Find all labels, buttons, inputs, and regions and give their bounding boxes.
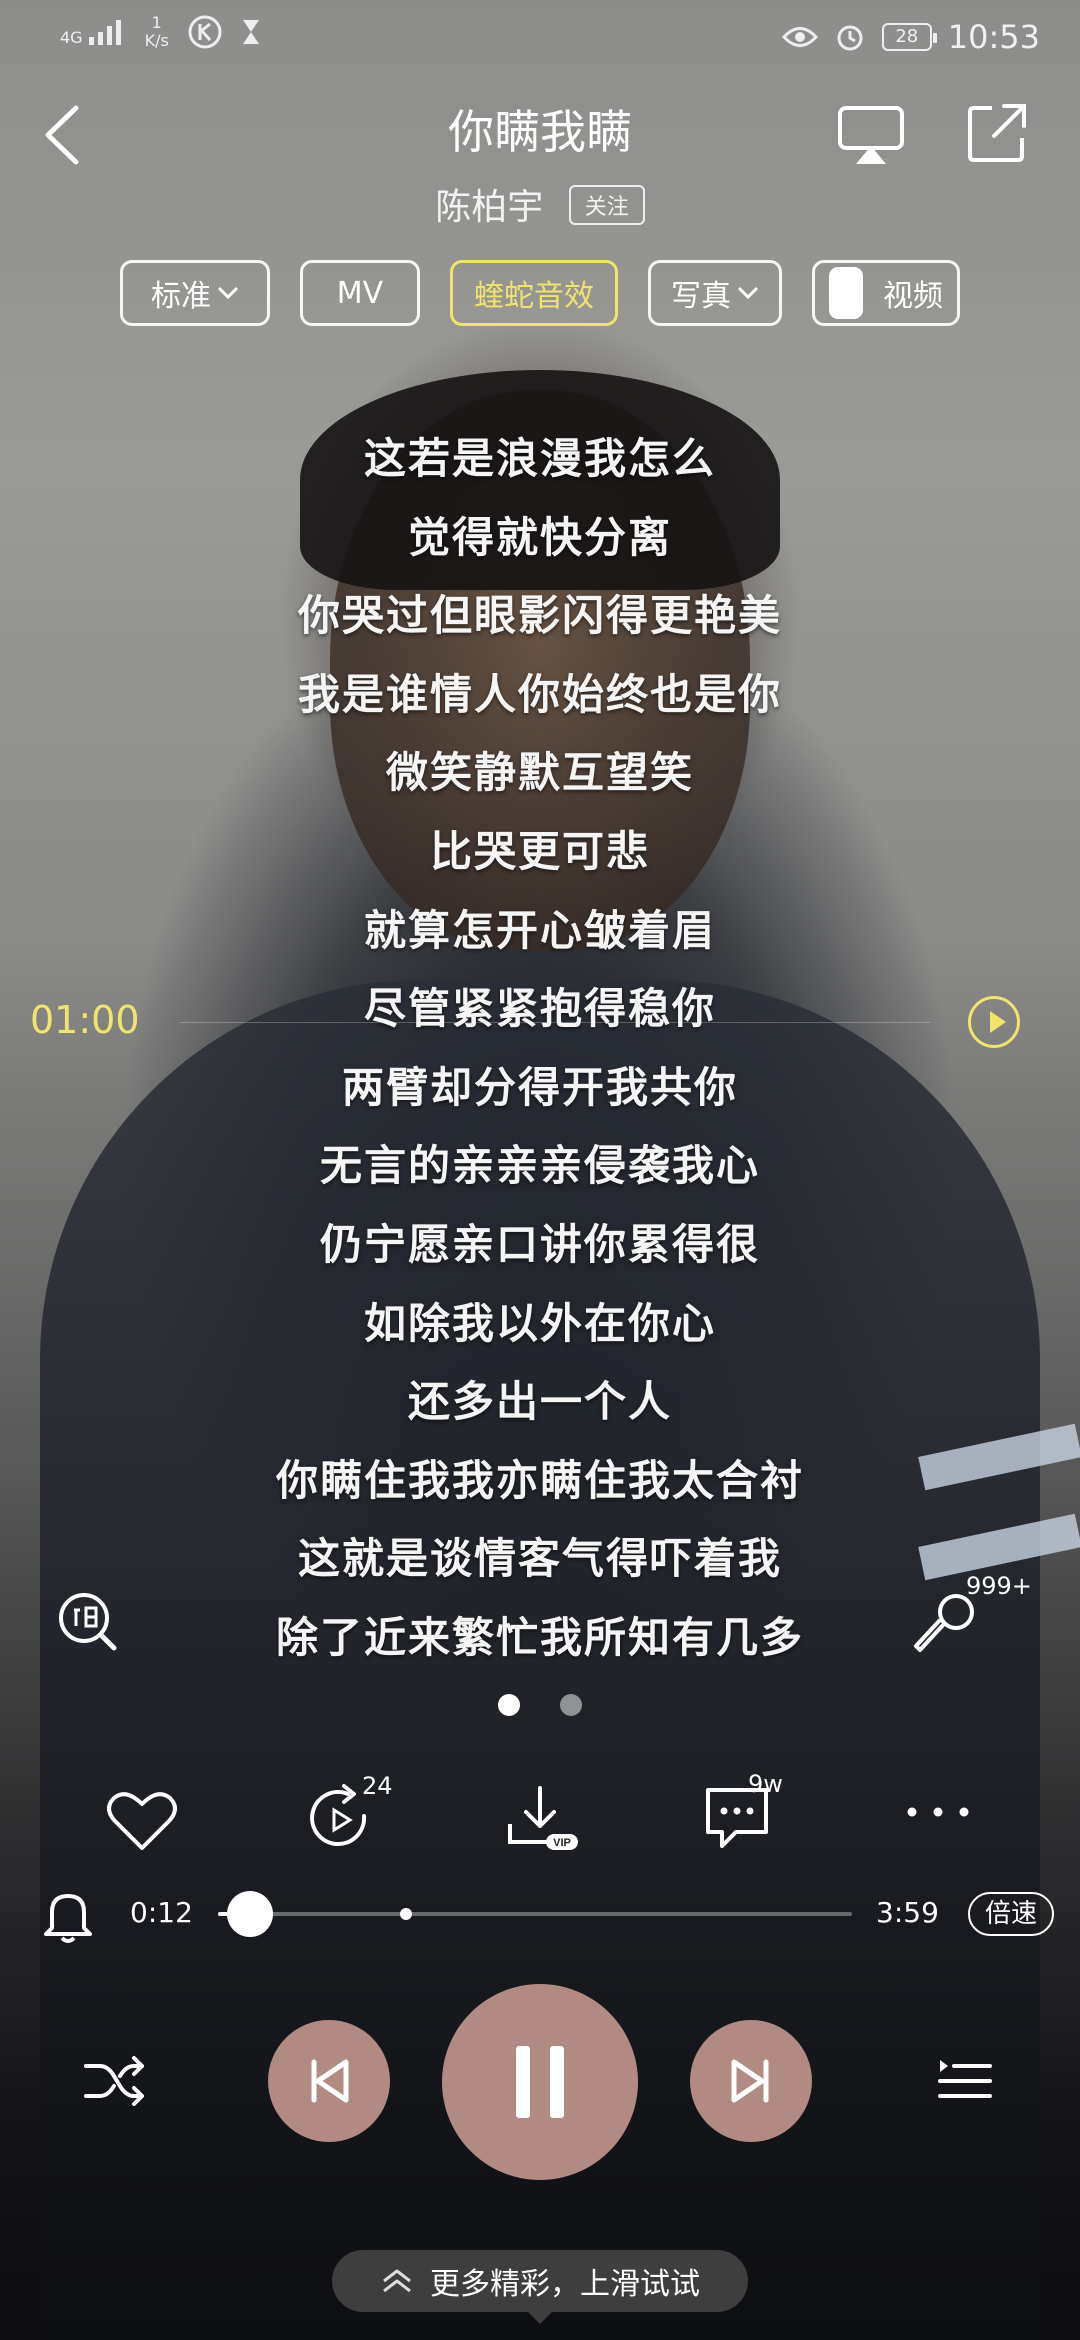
share-external-icon [968, 104, 1026, 162]
sound-effect-chip-label: 蝰蛇音效 [474, 279, 594, 314]
chevron-down-icon [737, 286, 759, 300]
cast-button[interactable] [836, 104, 906, 168]
loop-count-badge: 24 [362, 1772, 393, 1800]
lyric-search-button[interactable] [56, 1590, 118, 1652]
playlist-button[interactable] [936, 2054, 994, 2108]
comment-count-badge: 9w [748, 1770, 783, 1798]
lyric-line: 如除我以外在你心 [363, 1298, 716, 1348]
playlist-icon [938, 2060, 992, 2098]
artist-name[interactable]: 陈柏宇 [435, 187, 543, 228]
status-bar: 4G 1 K/s 28 10:53 [0, 0, 1080, 80]
page-dot [560, 1694, 582, 1716]
mv-chip-label: MV [336, 275, 384, 311]
lyrics-panel[interactable]: 这若是浪漫我怎么 觉得就快分离 你哭过但眼影闪得更艳美 我是谁情人你始终也是你 … [0, 420, 1080, 1678]
cast-icon [838, 106, 904, 164]
quality-chip-label: 标准 [151, 279, 211, 314]
swipe-up-hint[interactable]: 更多精彩，上滑试试 [332, 2250, 748, 2324]
lyric-seek-time: 01:00 [30, 998, 140, 1042]
lyric-line: 就算怎开心皱着眉 [363, 905, 716, 955]
battery-indicator: 28 [881, 23, 937, 51]
lyric-line: 我是谁情人你始终也是你 [297, 669, 782, 719]
net-speed-unit: K/s [144, 31, 169, 50]
lyric-line: 仍宁愿亲口讲你累得很 [319, 1219, 760, 1269]
status-bar-left: 4G 1 K/s [60, 14, 261, 50]
double-chevron-up-icon [383, 2269, 411, 2293]
net-speed: 1 K/s [145, 14, 169, 50]
eye-icon [781, 27, 818, 47]
vip-badge-text: VIP [553, 1837, 571, 1849]
lyric-line: 两臂却分得开我共你 [341, 1062, 738, 1112]
player-screen: 4G 1 K/s 28 10:53 你瞒我瞒 陈柏宇 关注 标准 MV 蝰蛇音效… [0, 0, 1080, 2340]
share-button[interactable] [964, 100, 1030, 166]
bell-icon [44, 1894, 92, 1943]
lyric-line: 你瞒住我我亦瞒住我太合衬 [275, 1455, 804, 1505]
photo-chip-label: 写真 [671, 279, 731, 314]
chevron-down-icon [217, 286, 239, 300]
skip-next-icon [731, 2059, 769, 2103]
lyric-line: 还多出一个人 [407, 1377, 672, 1427]
signal-bars-icon [88, 20, 121, 45]
video-toggle-chip[interactable]: 视频 [812, 260, 960, 326]
video-chip-label: 视频 [883, 279, 943, 314]
favorite-button[interactable] [102, 1780, 182, 1860]
lyric-line-current: 尽管紧紧抱得稳你 [363, 984, 716, 1034]
follow-button[interactable]: 关注 [568, 185, 645, 225]
progress-thumb[interactable] [226, 1891, 273, 1937]
buffer-marker [400, 1908, 412, 1920]
net-speed-value: 1 [151, 13, 162, 32]
hourglass-icon [242, 20, 259, 44]
alarm-icon [837, 25, 863, 51]
next-track-button[interactable] [690, 2020, 812, 2142]
skip-previous-icon [311, 2059, 349, 2103]
kugou-k-icon [188, 15, 222, 49]
download-icon: VIP [508, 1786, 578, 1850]
swipe-up-hint-label: 更多精彩，上滑试试 [430, 2267, 700, 2302]
pause-icon [550, 2046, 564, 2118]
playback-speed-button[interactable]: 倍速 [968, 1892, 1054, 1936]
feature-chips: 标准 MV 蝰蛇音效 写真 视频 [0, 260, 1080, 330]
lyric-seek-line [180, 1022, 930, 1023]
lyric-line: 觉得就快分离 [407, 512, 672, 562]
lyric-line: 无言的亲亲亲侵袭我心 [319, 1141, 760, 1191]
shuffle-icon [84, 2056, 144, 2106]
lyric-search-icon [59, 1593, 117, 1651]
play-pause-button[interactable] [442, 1984, 638, 2180]
page-dot-active [498, 1694, 520, 1716]
shuffle-button[interactable] [82, 2052, 148, 2108]
page-indicator [0, 1694, 1080, 1716]
lyric-line: 微笑静默互望笑 [385, 748, 694, 798]
song-title: 你瞒我瞒 [448, 105, 632, 159]
status-bar-right: 28 10:53 [781, 18, 1040, 56]
more-button[interactable] [898, 1780, 978, 1860]
download-button[interactable]: VIP [500, 1780, 580, 1860]
lyric-line: 你哭过但眼影闪得更艳美 [297, 591, 782, 641]
progress-bar[interactable] [218, 1891, 852, 1937]
signal-indicator: 4G [60, 17, 127, 47]
artist-row: 陈柏宇 关注 [0, 178, 1080, 230]
play-from-lyric-button[interactable] [968, 996, 1020, 1048]
photo-chip[interactable]: 写真 [648, 260, 782, 326]
karaoke-count: 999+ [966, 1572, 1032, 1600]
clock: 10:53 [947, 18, 1040, 56]
previous-track-button[interactable] [268, 2020, 390, 2142]
lyric-line: 比哭更可悲 [429, 826, 650, 876]
sound-effect-chip[interactable]: 蝰蛇音效 [450, 260, 618, 326]
quality-chip[interactable]: 标准 [120, 260, 270, 326]
mv-chip[interactable]: MV [300, 260, 420, 326]
lyric-line: 这若是浪漫我怎么 [363, 434, 716, 483]
total-time: 3:59 [876, 1896, 939, 1929]
pause-icon [516, 2046, 530, 2118]
sleep-timer-button[interactable] [42, 1888, 94, 1944]
more-dots-icon [907, 1807, 969, 1817]
toggle-knob [829, 267, 863, 319]
heart-icon [107, 1792, 177, 1850]
elapsed-time: 0:12 [130, 1896, 193, 1929]
network-type: 4G [60, 28, 83, 47]
